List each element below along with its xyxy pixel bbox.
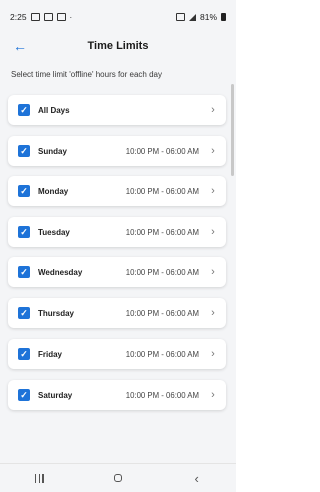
scrollbar[interactable] [231,84,234,176]
checkbox[interactable]: ✓ [18,266,30,278]
chevron-right-icon[interactable]: › [209,226,217,238]
day-label: Tuesday [38,227,70,237]
battery-icon [221,13,226,21]
time-range: 10:00 PM - 06:00 AM [125,267,199,277]
instruction-text: Select time limit 'offline' hours for ea… [11,70,162,79]
signal-icon [188,13,196,21]
recents-icon[interactable] [30,471,48,485]
arrow-left-icon[interactable]: ← [12,38,28,54]
chevron-right-icon[interactable]: › [209,145,217,157]
more-notifications-icon: · [69,12,73,22]
day-row-saturday[interactable]: ✓ Saturday 10:00 PM - 06:00 AM › [8,380,226,410]
notification-icon [30,13,40,21]
status-left: 2:25 · [10,12,72,22]
app-header: ← Time Limits [0,34,236,58]
day-row-monday[interactable]: ✓ Monday 10:00 PM - 06:00 AM › [8,176,226,206]
time-range: 10:00 PM - 06:00 AM [125,349,199,359]
time-range: 10:00 PM - 06:00 AM [125,186,199,196]
day-label: Thursday [38,308,75,318]
day-row-friday[interactable]: ✓ Friday 10:00 PM - 06:00 AM › [8,339,226,369]
image-icon [43,13,53,21]
day-label: Friday [38,349,63,359]
day-label: Sunday [38,146,67,156]
checkbox[interactable]: ✓ [18,348,30,360]
checkbox[interactable]: ✓ [18,389,30,401]
status-time: 2:25 [10,12,27,22]
time-range: 10:00 PM - 06:00 AM [125,308,199,318]
chevron-right-icon[interactable]: › [209,348,217,360]
day-row-thursday[interactable]: ✓ Thursday 10:00 PM - 06:00 AM › [8,298,226,328]
day-label: Wednesday [38,267,83,277]
checkbox[interactable]: ✓ [18,145,30,157]
day-label: All Days [38,105,70,115]
page-title: Time Limits [87,40,149,52]
message-icon [56,13,66,21]
chevron-right-icon[interactable]: › [209,307,217,319]
time-range: 10:00 PM - 06:00 AM [125,227,199,237]
chevron-right-icon[interactable]: › [209,389,217,401]
chevron-right-icon[interactable]: › [209,185,217,197]
day-row-wednesday[interactable]: ✓ Wednesday 10:00 PM - 06:00 AM › [8,257,226,287]
battery-percent: 81% [199,12,217,22]
back-icon[interactable]: ‹ [188,471,206,485]
mute-icon [175,13,185,21]
checkbox[interactable]: ✓ [18,307,30,319]
day-row-tuesday[interactable]: ✓ Tuesday 10:00 PM - 06:00 AM › [8,217,226,247]
home-icon[interactable] [109,471,127,485]
chevron-right-icon[interactable]: › [209,266,217,278]
checkbox[interactable]: ✓ [18,226,30,238]
day-label: Saturday [38,390,73,400]
day-row-all-days[interactable]: ✓ All Days › [8,95,226,125]
chevron-right-icon[interactable]: › [209,104,217,116]
status-bar: 2:25 · 81% [0,0,236,34]
time-limits-page: Select time limit 'offline' hours for ea… [0,58,236,463]
navigation-bar: ‹ [0,463,236,492]
checkbox[interactable]: ✓ [18,104,30,116]
day-label: Monday [38,186,69,196]
day-row-sunday[interactable]: ✓ Sunday 10:00 PM - 06:00 AM › [8,136,226,166]
status-right: 81% [175,12,226,22]
checkbox[interactable]: ✓ [18,185,30,197]
time-range: 10:00 PM - 06:00 AM [125,390,199,400]
time-range: 10:00 PM - 06:00 AM [125,146,199,156]
